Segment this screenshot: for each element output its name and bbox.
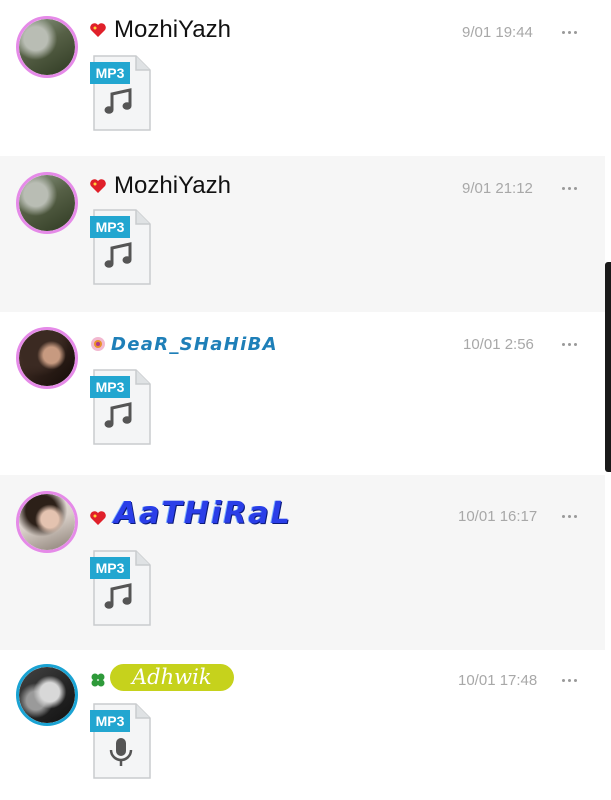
timestamp: 10/01 2:56 [463,336,534,353]
mp3-tag: MP3 [90,62,130,84]
avatar[interactable] [16,327,78,389]
more-options-icon[interactable] [562,675,582,685]
timestamp: 10/01 17:48 [458,672,538,689]
post-item[interactable]: MozhiYazh 9/01 19:44 MP3 [0,0,605,156]
heart-icon [89,21,107,39]
mp3-file-attachment[interactable]: MP3 [90,368,152,446]
scrollbar-handle[interactable] [605,262,611,472]
mp3-tag: MP3 [90,376,130,398]
user-name[interactable]: Adhwik [110,664,234,691]
heart-icon [89,177,107,195]
message-feed: MozhiYazh 9/01 19:44 MP3 MozhiYazh 9/01 [0,0,611,800]
timestamp: 9/01 21:12 [462,180,533,197]
mp3-tag: MP3 [90,557,130,579]
more-options-icon[interactable] [562,511,582,521]
post-item[interactable]: DeaR_SHaHiBA 10/01 2:56 MP3 [0,312,605,475]
post-item[interactable]: AaTHiRaL 10/01 16:17 MP3 [0,475,605,650]
mp3-tag: MP3 [90,710,130,732]
avatar[interactable] [16,172,78,234]
user-name[interactable]: MozhiYazh [114,16,231,44]
flower-icon [89,335,107,353]
post-item[interactable]: MozhiYazh 9/01 21:12 MP3 [0,156,605,312]
mp3-file-attachment[interactable]: MP3 [90,702,152,780]
user-name[interactable]: AaTHiRaL [114,496,292,531]
mp3-file-attachment[interactable]: MP3 [90,208,152,286]
mp3-file-attachment[interactable]: MP3 [90,54,152,132]
avatar[interactable] [16,491,78,553]
timestamp: 9/01 19:44 [462,24,533,41]
mp3-tag: MP3 [90,216,130,238]
user-name[interactable]: MozhiYazh [114,172,231,200]
more-options-icon[interactable] [562,339,582,349]
timestamp: 10/01 16:17 [458,508,538,525]
more-options-icon[interactable] [562,183,582,193]
more-options-icon[interactable] [562,27,582,37]
post-item[interactable]: Adhwik 10/01 17:48 MP3 [0,650,605,800]
mp3-file-attachment[interactable]: MP3 [90,549,152,627]
heart-icon [89,509,107,527]
avatar[interactable] [16,664,78,726]
avatar[interactable] [16,16,78,78]
clover-icon [89,671,107,689]
user-name[interactable]: DeaR_SHaHiBA [111,334,278,355]
